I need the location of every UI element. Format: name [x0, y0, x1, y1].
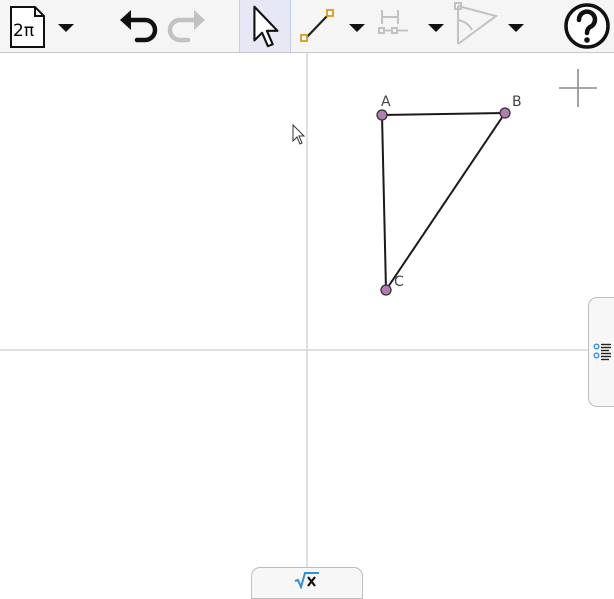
segment-tool-icon [300, 9, 334, 42]
perpendicular-tool-icon [378, 10, 408, 34]
chevron-down-icon [58, 24, 74, 32]
chevron-down-icon [349, 24, 365, 32]
undo-icon [120, 10, 158, 43]
algebra-panel-toggle[interactable] [588, 297, 614, 407]
segment-BC[interactable] [385, 112, 506, 291]
help-button[interactable] [560, 0, 614, 52]
perpendicular-tool-button[interactable] [374, 0, 448, 52]
graphics-svg[interactable]: A B C [0, 53, 614, 592]
move-arrow-icon [253, 5, 279, 48]
point-label-A: A [381, 94, 391, 110]
segment-AB[interactable] [381, 112, 506, 116]
point-label-B: B [512, 94, 522, 110]
angle-tool-button[interactable] [452, 0, 528, 52]
document-icon: 2π [10, 6, 45, 48]
point-label-C: C [394, 274, 404, 290]
segment-CA[interactable] [381, 114, 387, 291]
move-tool-button[interactable] [239, 0, 291, 52]
chevron-down-icon [428, 24, 444, 32]
zoom-crosshair-icon[interactable] [559, 69, 597, 107]
point-C[interactable] [380, 284, 392, 296]
segment-tool-button[interactable] [296, 0, 368, 52]
menu-label: 2π [13, 21, 34, 41]
toolbar: 2π [0, 0, 614, 53]
main-menu-button[interactable]: 2π [4, 0, 76, 52]
help-icon [564, 3, 610, 49]
graphics-view[interactable]: A B C [0, 53, 614, 592]
segments-layer [381, 112, 506, 291]
undo-button[interactable] [112, 0, 162, 52]
redo-button[interactable] [163, 0, 213, 52]
sqrt-x-icon [294, 572, 319, 589]
point-A[interactable] [376, 109, 388, 121]
algebra-view-icon [593, 343, 611, 361]
angle-tool-icon [454, 2, 499, 45]
input-bar-toggle[interactable] [251, 567, 363, 599]
redo-icon [167, 10, 205, 43]
cursor-arrow-icon [292, 123, 306, 145]
chevron-down-icon [508, 24, 524, 32]
point-B[interactable] [499, 107, 511, 119]
